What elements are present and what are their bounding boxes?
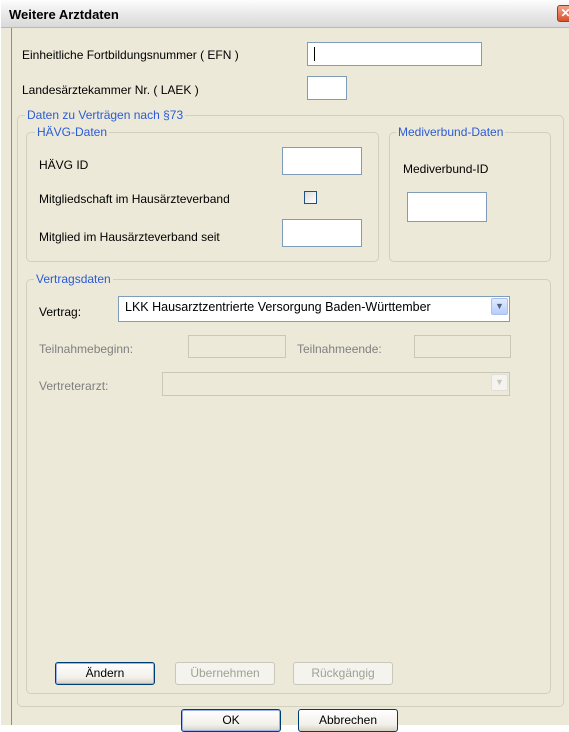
efn-label: Einheitliche Fortbildungsnummer ( EFN ): [22, 48, 239, 62]
mediverbund-id-input[interactable]: [407, 192, 487, 222]
member-since-input[interactable]: [282, 219, 362, 247]
title-bar[interactable]: Weitere Arztdaten ✕: [1, 0, 569, 28]
efn-input[interactable]: [307, 42, 482, 66]
undo-button[interactable]: Rückgängig: [293, 662, 393, 685]
vertreterarzt-select[interactable]: ▼: [162, 372, 510, 396]
vertrag-label: Vertrag:: [39, 305, 82, 319]
mediverbund-id-label: Mediverbund-ID: [403, 162, 489, 176]
vertrag-selected-value: LKK Hausarztzentrierte Versorgung Baden-…: [125, 300, 431, 314]
haevg-id-label: HÄVG ID: [39, 158, 89, 172]
chevron-down-icon[interactable]: ▼: [491, 374, 508, 391]
mediverbund-group-legend: Mediverbund-Daten: [396, 125, 506, 139]
dialog-body: Einheitliche Fortbildungsnummer ( EFN ) …: [11, 28, 569, 732]
haevg-group-legend: HÄVG-Daten: [35, 125, 110, 139]
vertragsdaten-group-legend: Vertragsdaten: [34, 272, 113, 286]
teilnahmeende-input[interactable]: [414, 335, 511, 358]
vertreterarzt-label: Vertreterarzt:: [39, 379, 109, 393]
membership-checkbox[interactable]: [304, 191, 317, 204]
teilnahmeende-label: Teilnahmeende:: [297, 342, 382, 356]
change-button[interactable]: Ändern: [55, 662, 155, 685]
close-icon[interactable]: ✕: [557, 5, 569, 22]
ok-button[interactable]: OK: [181, 709, 281, 732]
teilnahmebeginn-label: Teilnahmebeginn:: [39, 342, 134, 356]
member-since-label: Mitglied im Hausärzteverband seit: [39, 230, 220, 244]
laek-input[interactable]: [307, 76, 347, 100]
teilnahmebeginn-input[interactable]: [188, 335, 286, 358]
laek-label: Landesärztekammer Nr. ( LAEK ): [22, 83, 199, 97]
dialog-title: Weitere Arztdaten: [9, 7, 119, 22]
text-caret: [314, 47, 315, 61]
dialog-window: Weitere Arztdaten ✕ Einheitliche Fortbil…: [0, 0, 569, 732]
apply-button[interactable]: Übernehmen: [175, 662, 275, 685]
membership-label: Mitgliedschaft im Hausärzteverband: [39, 192, 230, 206]
contracts-group-legend: Daten zu Verträgen nach §73: [25, 108, 186, 122]
cancel-button[interactable]: Abbrechen: [298, 709, 398, 732]
chevron-down-icon[interactable]: ▼: [491, 298, 508, 315]
vertrag-select[interactable]: LKK Hausarztzentrierte Versorgung Baden-…: [118, 296, 510, 322]
haevg-id-input[interactable]: [282, 147, 362, 175]
